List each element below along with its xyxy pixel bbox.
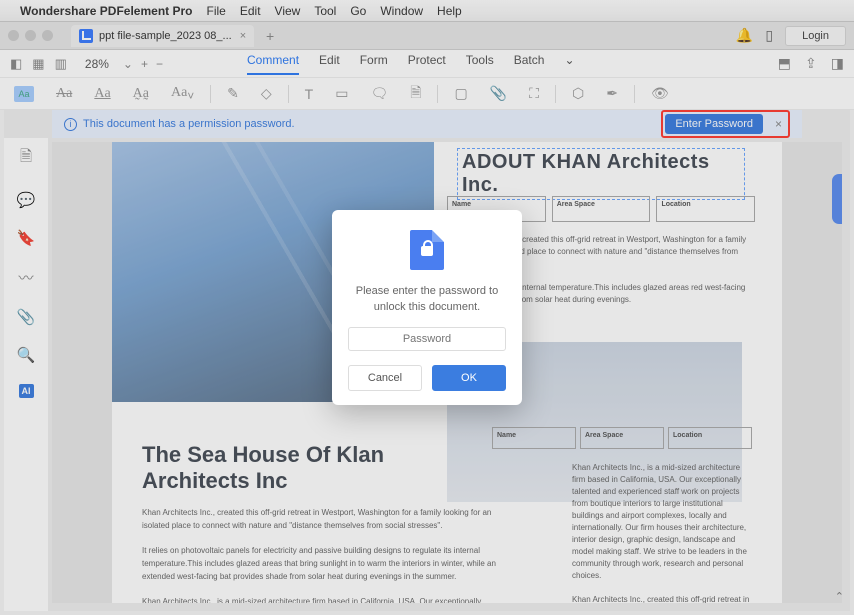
- cancel-button[interactable]: Cancel: [348, 365, 422, 391]
- ok-button[interactable]: OK: [432, 365, 506, 391]
- dialog-message: Please enter the password to unlock this…: [348, 284, 506, 315]
- lock-document-icon: [410, 230, 444, 270]
- modal-overlay: Please enter the password to unlock this…: [0, 0, 854, 615]
- password-dialog: Please enter the password to unlock this…: [332, 210, 522, 405]
- password-input[interactable]: [348, 327, 506, 351]
